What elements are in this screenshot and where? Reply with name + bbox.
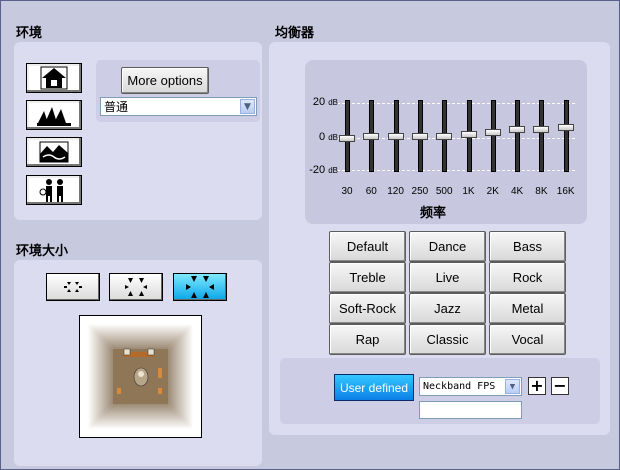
environment-title: 环境 <box>16 26 43 41</box>
arrows-outward-large-icon <box>186 276 214 298</box>
size-small-button[interactable] <box>46 273 100 301</box>
preset-rap-button[interactable]: Rap <box>329 324 406 355</box>
size-medium-button[interactable] <box>109 273 163 301</box>
frequency-label: 1K <box>462 186 475 197</box>
eq-slider-track[interactable] <box>539 100 545 172</box>
db-unit: dB <box>328 133 338 142</box>
eq-slider-track[interactable] <box>515 100 521 172</box>
arrows-inward-small-icon <box>64 282 82 292</box>
house-icon <box>40 66 68 90</box>
preset-jazz-button[interactable]: Jazz <box>409 293 486 324</box>
equalizer-title: 均衡器 <box>275 26 315 41</box>
env-size-title: 环境大小 <box>16 244 69 259</box>
preset-live-button[interactable]: Live <box>409 262 486 293</box>
eq-slider-thumb[interactable] <box>533 125 550 133</box>
eq-slider-thumb[interactable] <box>509 125 526 133</box>
eq-slider-thumb[interactable] <box>411 133 428 140</box>
frequency-label: 2K <box>486 186 499 197</box>
db-unit: dB <box>328 98 338 107</box>
eq-slider-thumb[interactable] <box>484 129 501 137</box>
user-preset-select-value: Neckband FPS <box>423 381 496 392</box>
db-label-mid: 0 dB <box>298 131 338 143</box>
preset-classic-button[interactable]: Classic <box>409 324 486 355</box>
eq-slider-thumb[interactable] <box>557 124 574 131</box>
user-preset-select[interactable]: Neckband FPS ▼ <box>419 377 522 396</box>
landscape-icon <box>39 141 69 163</box>
room-3d-icon <box>88 324 193 429</box>
add-preset-button[interactable]: + <box>528 377 546 395</box>
db-bottom-value: -20 <box>309 164 326 176</box>
eq-slider-thumb[interactable] <box>363 133 380 140</box>
preset-soft-rock-button[interactable]: Soft-Rock <box>329 293 406 324</box>
preset-metal-button[interactable]: Metal <box>489 293 566 324</box>
frequency-label: 16K <box>556 186 575 197</box>
db-unit: dB <box>328 166 338 175</box>
environment-select-value: 普通 <box>104 100 129 114</box>
eq-slider-track[interactable] <box>563 100 569 172</box>
preset-bass-button[interactable]: Bass <box>489 231 566 262</box>
preset-dance-button[interactable]: Dance <box>409 231 486 262</box>
env-preset-house-button[interactable] <box>26 63 82 93</box>
frequency-label: 120 <box>387 186 404 197</box>
db-top-value: 20 <box>312 96 326 108</box>
preset-name-input[interactable] <box>419 401 522 419</box>
preset-treble-button[interactable]: Treble <box>329 262 406 293</box>
db-label-top: 20 dB <box>298 96 338 108</box>
size-large-button[interactable] <box>173 273 227 301</box>
more-options-button[interactable]: More options <box>121 67 209 94</box>
people-icon <box>39 179 63 202</box>
user-defined-button[interactable]: User defined <box>334 374 414 401</box>
preset-vocal-button[interactable]: Vocal <box>489 324 566 355</box>
frequency-label: 250 <box>411 186 429 197</box>
room-preview <box>79 315 202 438</box>
preset-default-button[interactable]: Default <box>329 231 406 262</box>
chevron-down-icon[interactable]: ▼ <box>240 99 255 114</box>
frequency-label: 4K <box>510 186 524 197</box>
frequency-label: 500 <box>435 186 453 197</box>
env-preset-landscape-button[interactable] <box>26 137 82 167</box>
arrows-medium-icon <box>125 278 147 296</box>
env-preset-people-button[interactable] <box>26 175 82 205</box>
env-preset-concert-button[interactable] <box>26 100 82 130</box>
eq-slider-thumb[interactable] <box>387 133 404 140</box>
frequency-label: 30 <box>341 186 353 197</box>
opera-house-icon <box>37 107 71 126</box>
remove-preset-button[interactable]: − <box>551 377 569 395</box>
eq-slider-thumb[interactable] <box>436 133 453 140</box>
environment-select[interactable]: 普通 ▼ <box>100 97 257 116</box>
db-label-bottom: -20 dB <box>298 164 338 176</box>
frequency-axis-label: 频率 <box>420 206 447 221</box>
frequency-label: 60 <box>365 186 377 197</box>
eq-slider-thumb[interactable] <box>339 134 355 142</box>
frequency-label: 8K <box>535 186 548 197</box>
preset-rock-button[interactable]: Rock <box>489 262 566 293</box>
chevron-down-icon[interactable]: ▼ <box>505 379 520 394</box>
db-mid-value: 0 <box>319 131 326 143</box>
eq-slider-thumb[interactable] <box>460 131 477 139</box>
